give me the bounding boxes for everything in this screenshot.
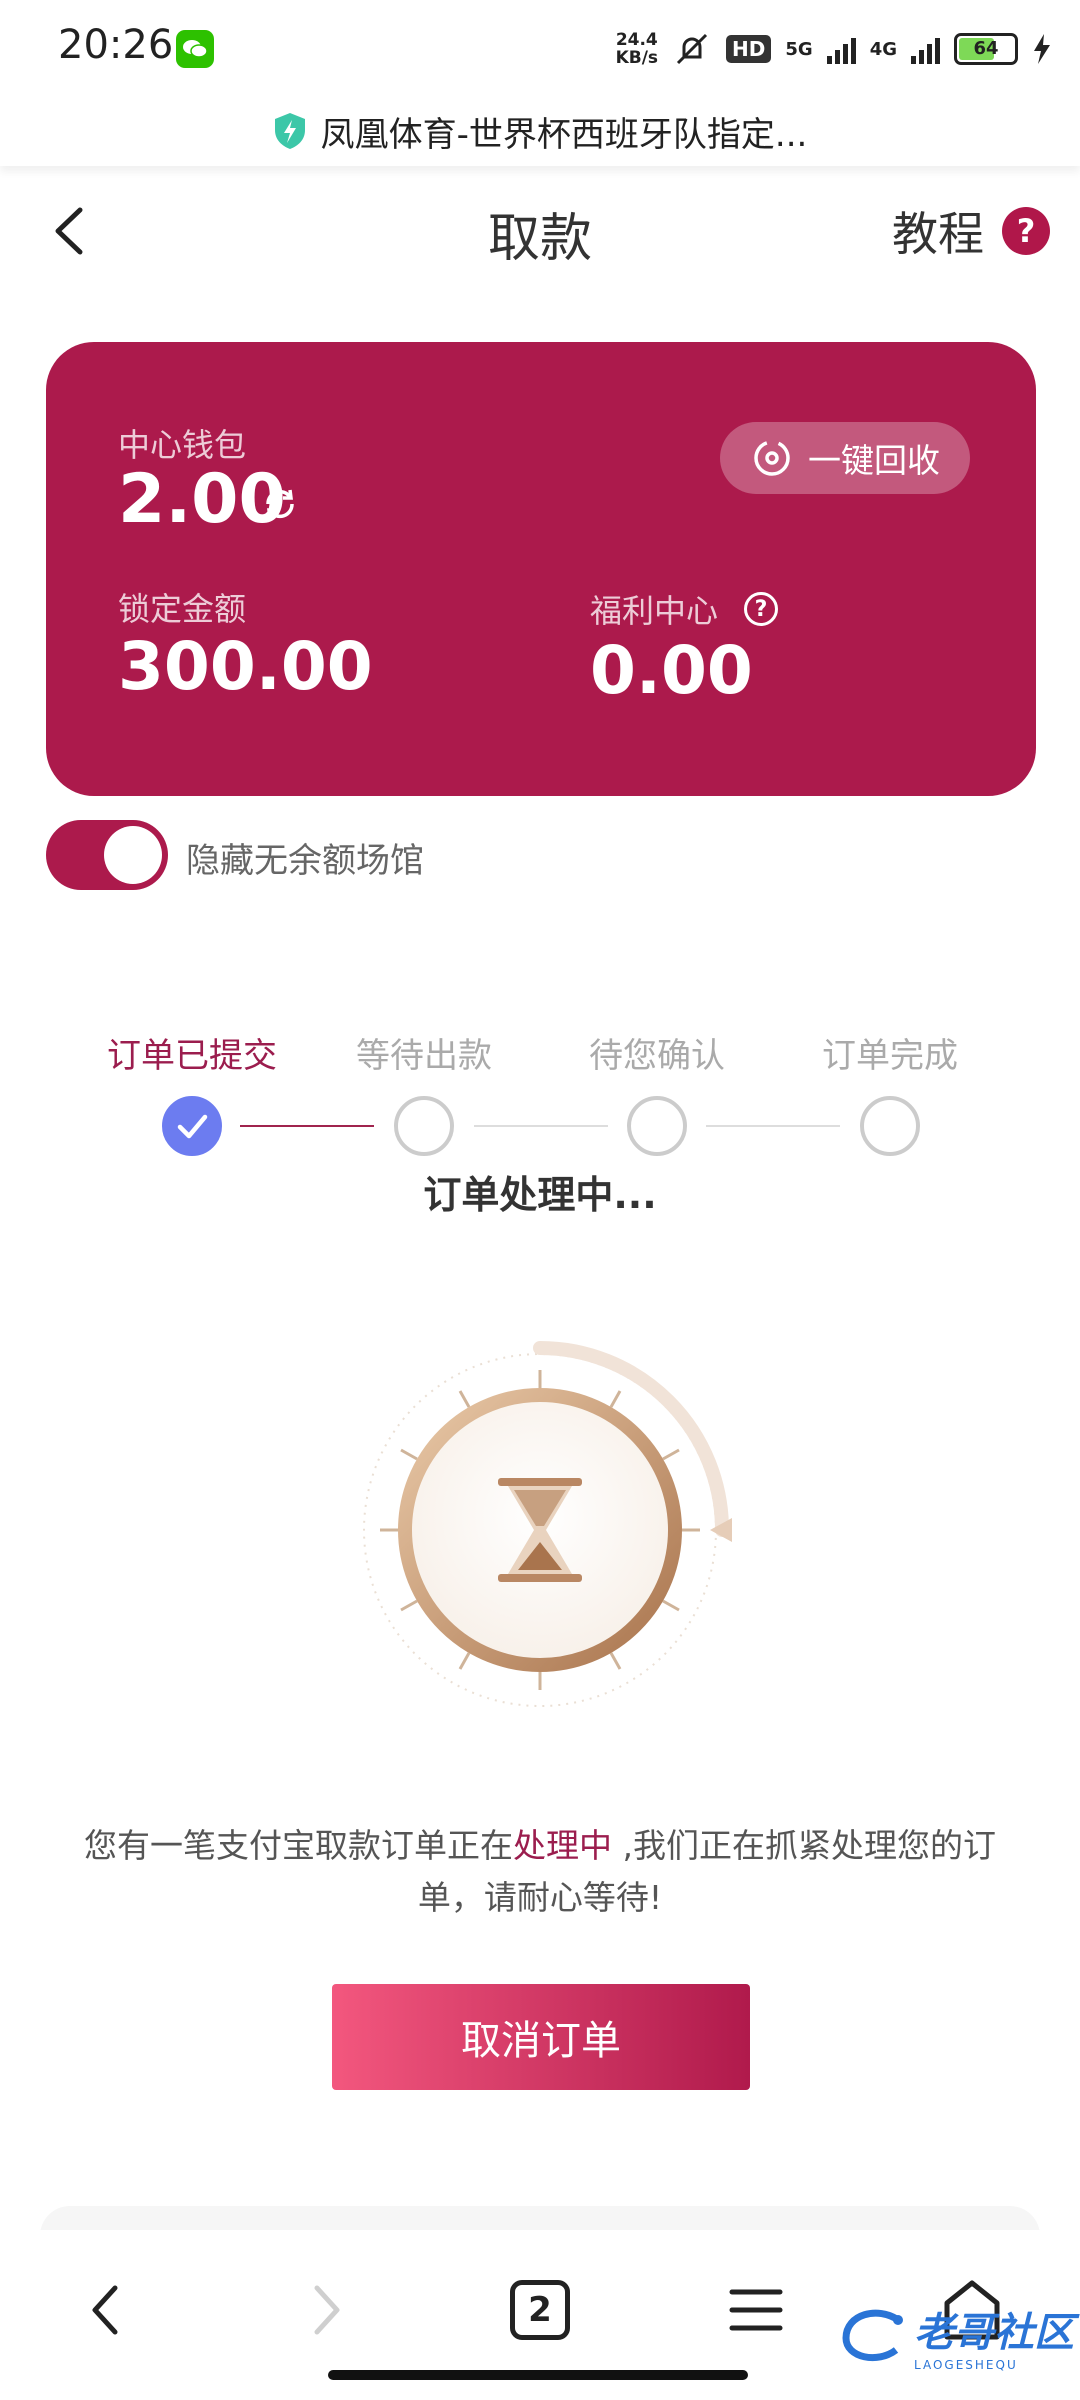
processing-status: 订单处理中... xyxy=(423,1173,657,1217)
cancel-order-button[interactable]: 取消订单 xyxy=(332,1984,750,2090)
step-label-completed: 订单完成 xyxy=(822,1036,958,1076)
browser-page-title: 凤凰体育-世界杯西班牙队指定... xyxy=(320,114,808,155)
wallet-card: 中心钱包 2.00 一键回收 锁定金额 300.00 福利中心 ? 0.00 xyxy=(46,342,1036,796)
battery-icon: 64 xyxy=(954,33,1018,65)
charging-icon xyxy=(1034,34,1050,64)
one-click-recycle-button[interactable]: 一键回收 xyxy=(720,422,970,494)
welfare-center-value: 0.00 xyxy=(590,632,753,709)
tutorial-button[interactable]: 教程 ? xyxy=(892,198,1050,264)
nav-tabs-button[interactable]: 2 xyxy=(500,2270,580,2350)
step-connector xyxy=(474,1125,608,1127)
refresh-icon[interactable] xyxy=(260,484,300,524)
watermark-logo: 老哥社区 LAOGESHEQU xyxy=(838,2300,1074,2372)
step-label-awaiting-payout: 等待出款 xyxy=(356,1036,492,1076)
signal-icon-2 xyxy=(911,34,940,64)
step-dot-submitted xyxy=(162,1096,222,1156)
welfare-center-label: 福利中心 xyxy=(590,592,719,630)
step-connector xyxy=(706,1125,840,1127)
shield-icon xyxy=(274,113,305,149)
hourglass-dial-icon xyxy=(363,1341,732,1707)
watermark-subtext: LAOGESHEQU xyxy=(914,2358,1018,2372)
recycle-button-label: 一键回收 xyxy=(808,441,940,480)
locked-amount-label: 锁定金额 xyxy=(118,590,247,628)
dragon-logo-icon xyxy=(842,2309,903,2362)
network-4g-label: 4G xyxy=(869,38,897,60)
step-dot-awaiting-confirm xyxy=(627,1096,687,1156)
nav-back-button[interactable] xyxy=(66,2270,146,2350)
step-label-awaiting-confirm: 待您确认 xyxy=(589,1036,725,1076)
step-label-submitted: 订单已提交 xyxy=(107,1036,277,1076)
hide-empty-venues-label: 隐藏无余额场馆 xyxy=(186,841,424,881)
status-time: 20:26 xyxy=(58,22,174,68)
help-icon: ? xyxy=(1002,207,1050,255)
nav-forward-button[interactable] xyxy=(286,2270,366,2350)
hd-badge: HD xyxy=(726,35,772,63)
recycle-icon xyxy=(754,440,790,476)
mute-vibrate-icon xyxy=(676,33,708,65)
network-5g-label: 5G xyxy=(785,38,813,60)
home-indicator[interactable] xyxy=(328,2370,748,2380)
chevron-right-icon xyxy=(314,2285,340,2335)
nav-menu-button[interactable] xyxy=(716,2270,796,2350)
step-dot-completed xyxy=(860,1096,920,1156)
hide-empty-venues-toggle[interactable] xyxy=(46,820,168,890)
status-bar: 20:26 24.4 KB/s HD 5G 4G 64 xyxy=(0,0,1080,96)
menu-icon xyxy=(729,2289,783,2331)
net-speed: 24.4 KB/s xyxy=(615,30,659,68)
welfare-help-icon[interactable]: ? xyxy=(744,592,778,626)
step-connector xyxy=(240,1125,374,1127)
chevron-left-icon xyxy=(92,2285,118,2335)
status-highlight: 处理中 xyxy=(513,1826,612,1865)
browser-url-bar[interactable]: 凤凰体育-世界杯西班牙队指定... xyxy=(0,96,1080,166)
tab-count: 2 xyxy=(510,2280,570,2340)
locked-amount-value: 300.00 xyxy=(118,628,373,705)
signal-icon-1 xyxy=(826,34,856,64)
wechat-notification-icon xyxy=(176,30,214,68)
watermark-text: 老哥社区 xyxy=(914,2310,1074,2356)
status-icons: 24.4 KB/s HD 5G 4G 64 xyxy=(616,24,1052,74)
tutorial-label: 教程 xyxy=(892,207,984,261)
check-icon xyxy=(177,1114,208,1139)
toggle-knob xyxy=(104,826,162,884)
processing-message: 您有一笔支付宝取款订单正在处理中 ,我们正在抓紧处理您的订单，请耐心等待! xyxy=(84,1826,996,1917)
step-dot-awaiting-payout xyxy=(394,1096,454,1156)
